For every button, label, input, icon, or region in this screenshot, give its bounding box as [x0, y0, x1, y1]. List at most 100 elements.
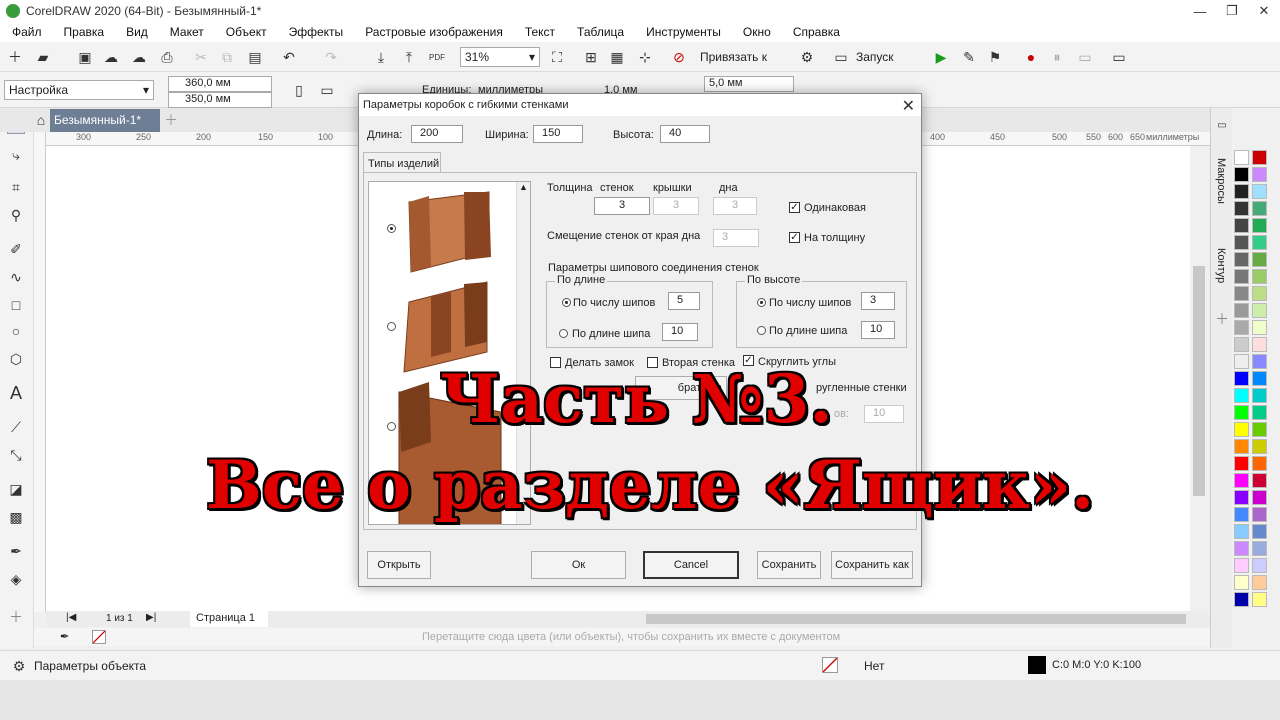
eyedropper-icon[interactable]: ✒	[60, 630, 69, 643]
add-tab-icon[interactable]: ＋	[162, 111, 180, 129]
length-input[interactable]: 200	[411, 125, 463, 143]
by-length-count-input[interactable]: 5	[668, 292, 700, 310]
cut-icon[interactable]: ✂	[192, 48, 210, 66]
object-properties-label[interactable]: Параметры объекта	[34, 659, 146, 673]
no-color-swatch[interactable]	[92, 630, 106, 644]
new-document-icon[interactable]: ＋	[6, 48, 24, 66]
open-icon[interactable]: ▰	[34, 48, 52, 66]
color-swatch[interactable]	[1252, 507, 1267, 522]
color-swatch[interactable]	[1252, 456, 1267, 471]
save-icon[interactable]: ▣	[76, 48, 94, 66]
walls-input[interactable]: 3	[594, 197, 650, 215]
color-swatch[interactable]	[1234, 490, 1249, 505]
menu-text[interactable]: Текст	[525, 25, 555, 39]
gear-icon[interactable]: ⚙	[798, 48, 816, 66]
color-swatch[interactable]	[1252, 371, 1267, 386]
snap-to-dropdown[interactable]: Привязать к	[700, 50, 767, 64]
save-as-button[interactable]: Сохранить как	[831, 551, 913, 579]
color-swatch[interactable]	[1234, 524, 1249, 539]
color-swatch[interactable]	[1252, 320, 1267, 335]
color-swatch[interactable]	[1252, 269, 1267, 284]
menu-tools[interactable]: Инструменты	[646, 25, 721, 39]
contour-docker-tab[interactable]: Контур	[1215, 248, 1227, 283]
pdf-icon[interactable]: PDF	[428, 48, 446, 66]
page-last-icon[interactable]: ▶|	[146, 612, 156, 623]
color-swatch[interactable]	[1252, 235, 1267, 250]
color-swatch[interactable]	[1252, 524, 1267, 539]
rulers-icon[interactable]: ⊞	[582, 48, 600, 66]
color-swatch[interactable]	[1234, 388, 1249, 403]
duplicate-distance-field[interactable]: 5,0 мм	[704, 76, 794, 92]
guides-icon[interactable]: ⊹	[636, 48, 654, 66]
preset-select[interactable]: Настройка ▾	[4, 80, 154, 100]
pause-icon[interactable]: ⏸	[1048, 48, 1066, 66]
color-swatch[interactable]	[1234, 337, 1249, 352]
freehand-tool-icon[interactable]: ✐	[7, 240, 25, 258]
undo-icon[interactable]: ↶	[280, 48, 298, 66]
chevron-up-icon[interactable]: ▲	[519, 182, 528, 192]
zoom-tool-icon[interactable]: ⚲	[7, 206, 25, 224]
box-type-1-radio[interactable]	[387, 224, 396, 233]
add-tool-icon[interactable]: ＋	[7, 608, 25, 626]
box-type-3-radio[interactable]	[387, 422, 396, 431]
by-height-count-input[interactable]: 3	[861, 292, 895, 310]
color-swatch[interactable]	[1234, 235, 1249, 250]
landscape-icon[interactable]: ▭	[318, 81, 336, 99]
color-swatch[interactable]	[1234, 456, 1249, 471]
launch-icon[interactable]: ▭	[832, 48, 850, 66]
home-icon[interactable]: ⌂	[32, 111, 50, 129]
crop-tool-icon[interactable]: ⌗	[7, 178, 25, 196]
full-screen-icon[interactable]: ⛶	[548, 48, 566, 66]
download-icon[interactable]: ☁	[130, 48, 148, 66]
print-icon[interactable]: ⎙	[158, 48, 176, 66]
save-button[interactable]: Сохранить	[757, 551, 821, 579]
color-swatch[interactable]	[1234, 303, 1249, 318]
macros-docker-tab[interactable]: Макросы	[1215, 158, 1227, 204]
redo-icon[interactable]: ↷	[322, 48, 340, 66]
color-swatch[interactable]	[1234, 320, 1249, 335]
menu-view[interactable]: Вид	[126, 25, 148, 39]
color-swatch[interactable]	[1252, 558, 1267, 573]
menu-window[interactable]: Окно	[743, 25, 771, 39]
connector-tool-icon[interactable]: ⤡	[7, 446, 25, 464]
color-swatch[interactable]	[1252, 286, 1267, 301]
page-tab[interactable]: Страница 1	[190, 611, 268, 627]
transparency-icon[interactable]: ▩	[7, 508, 25, 526]
color-swatch[interactable]	[1252, 150, 1267, 165]
macro-debug-icon[interactable]: ⚑	[986, 48, 1004, 66]
gear-icon[interactable]: ⚙	[10, 657, 28, 675]
close-button[interactable]: ✕	[1248, 0, 1280, 22]
by-height-size-radio[interactable]	[757, 326, 766, 335]
options-icon[interactable]: ▭	[1110, 48, 1128, 66]
fill-tool-icon[interactable]: ◈	[7, 570, 25, 588]
by-height-size-input[interactable]: 10	[861, 321, 895, 339]
color-swatch[interactable]	[1234, 507, 1249, 522]
drop-shadow-icon[interactable]: ◪	[7, 480, 25, 498]
same-checkbox[interactable]: ✓	[789, 202, 800, 213]
page-width-field[interactable]: 360,0 мм	[168, 76, 272, 92]
launch-dropdown[interactable]: Запуск	[856, 50, 894, 64]
menu-bitmaps[interactable]: Растровые изображения	[365, 25, 503, 39]
dimension-tool-icon[interactable]: ⟋	[7, 418, 25, 436]
menu-file[interactable]: Файл	[12, 25, 42, 39]
menu-object[interactable]: Объект	[226, 25, 267, 39]
color-swatch[interactable]	[1234, 558, 1249, 573]
color-swatch[interactable]	[1252, 592, 1267, 607]
color-swatch[interactable]	[1252, 422, 1267, 437]
color-swatch[interactable]	[1234, 150, 1249, 165]
color-swatch[interactable]	[1252, 218, 1267, 233]
menu-layout[interactable]: Макет	[170, 25, 204, 39]
on-thickness-checkbox[interactable]: ✓	[789, 232, 800, 243]
play-icon[interactable]: ▶	[932, 48, 950, 66]
color-swatch[interactable]	[1234, 354, 1249, 369]
tab-product-types[interactable]: Типы изделий	[363, 152, 441, 172]
by-height-count-radio[interactable]	[757, 298, 766, 307]
copy-icon[interactable]: ⧉	[218, 48, 236, 66]
color-swatch[interactable]	[1234, 405, 1249, 420]
color-swatch[interactable]	[1234, 592, 1249, 607]
by-length-size-input[interactable]: 10	[662, 323, 698, 341]
color-swatch[interactable]	[1252, 303, 1267, 318]
color-swatch[interactable]	[1234, 371, 1249, 386]
polygon-tool-icon[interactable]: ⬡	[7, 350, 25, 368]
color-swatch[interactable]	[1252, 575, 1267, 590]
